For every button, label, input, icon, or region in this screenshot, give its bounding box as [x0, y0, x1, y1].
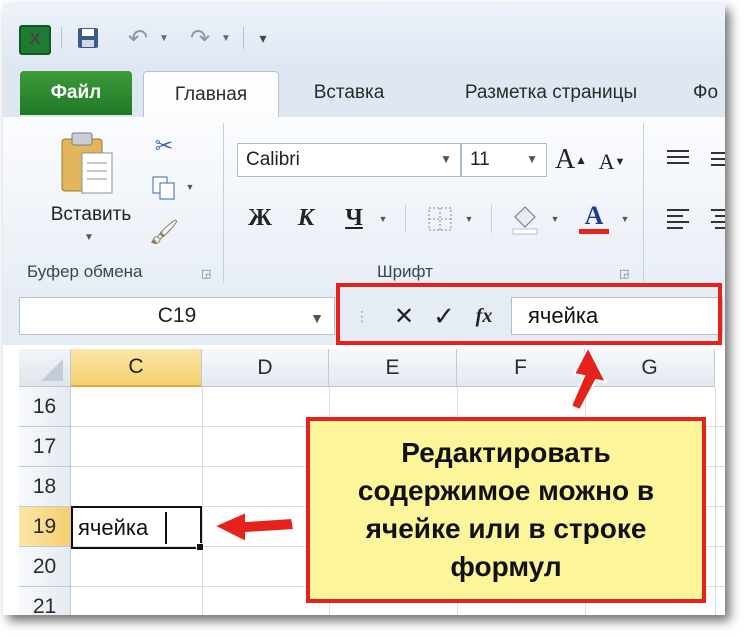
italic-button[interactable]: К — [289, 201, 323, 235]
align-top-icon[interactable] — [663, 145, 693, 171]
tab-page-layout[interactable]: Разметка страницы — [433, 71, 669, 115]
row-header[interactable]: 17 — [19, 427, 71, 467]
column-header[interactable]: G — [585, 349, 715, 387]
cut-icon[interactable]: ✂ — [149, 131, 179, 161]
chevron-down-icon[interactable]: ▼ — [440, 152, 452, 166]
redo-icon[interactable]: ↷ — [183, 25, 217, 52]
ribbon-home: Вставить ▼ ✂ ▼ 🖌 Буфер обмена ◲ Calibri … — [3, 117, 725, 289]
group-divider — [643, 123, 644, 283]
column-header[interactable]: E — [329, 349, 457, 387]
select-all-corner[interactable] — [19, 349, 71, 387]
chevron-down-icon[interactable]: ▼ — [617, 211, 633, 227]
active-cell-value: ячейка — [78, 514, 149, 540]
chevron-down-icon[interactable]: ▼ — [547, 211, 563, 227]
font-color-button[interactable]: A — [577, 197, 611, 237]
align-middle-icon[interactable] — [707, 145, 725, 171]
chevron-down-icon[interactable]: ▼ — [183, 179, 197, 195]
active-cell-c19[interactable]: ячейка — [71, 506, 204, 551]
group-label-clipboard: Буфер обмена — [27, 262, 143, 281]
grow-font-label: A — [554, 144, 576, 175]
grow-font-button[interactable]: A ▲ — [555, 143, 587, 177]
dialog-launcher-icon[interactable]: ◲ — [619, 267, 629, 280]
shrink-font-button[interactable]: A ▼ — [597, 147, 627, 177]
quick-access-toolbar: X ↶ ▼ ↷ ▼ ▾ — [3, 3, 725, 65]
save-icon[interactable] — [75, 25, 101, 51]
paste-button[interactable]: Вставить — [33, 203, 149, 227]
align-left-icon[interactable] — [663, 205, 693, 231]
borders-icon[interactable] — [423, 203, 457, 235]
font-color-swatch — [579, 228, 609, 234]
excel-logo-icon[interactable]: X — [19, 25, 51, 55]
font-name-combo[interactable]: Calibri ▼ — [237, 143, 461, 177]
name-box-value: C19 — [157, 304, 197, 327]
name-box[interactable]: C19 ▼ — [19, 297, 335, 335]
row-header[interactable]: 16 — [19, 387, 71, 427]
text-cursor — [165, 512, 167, 544]
ribbon-tabs: Файл Главная Вставка Разметка страницы Ф… — [3, 65, 725, 118]
fill-color-icon[interactable] — [507, 201, 543, 237]
chevron-down-icon[interactable]: ▼ — [79, 229, 99, 245]
group-divider — [405, 205, 406, 233]
group-divider — [491, 205, 492, 233]
row-header[interactable]: 20 — [19, 547, 71, 587]
column-header[interactable]: D — [202, 349, 329, 387]
row-header[interactable]: 18 — [19, 467, 71, 507]
font-color-label: A — [584, 200, 604, 230]
toolbar-divider — [61, 27, 62, 49]
font-size-value: 11 — [470, 149, 490, 170]
chevron-down-icon[interactable]: ▼ — [217, 25, 235, 51]
gridline — [715, 387, 716, 615]
callout-box: Редактировать содержимое можно в ячейке … — [306, 417, 706, 603]
font-size-combo[interactable]: 11 ▼ — [461, 143, 547, 177]
fill-handle[interactable] — [196, 543, 204, 551]
format-painter-icon[interactable]: 🖌 — [147, 217, 181, 247]
customize-qat-icon[interactable]: ▾ — [253, 25, 273, 51]
font-name-value: Calibri — [246, 149, 300, 170]
gridline — [202, 387, 203, 615]
chevron-down-icon[interactable]: ▼ — [461, 211, 477, 227]
row-header[interactable]: 21 — [19, 587, 71, 615]
tab-file[interactable]: Файл — [20, 71, 132, 115]
align-center-icon[interactable] — [707, 205, 725, 231]
tab-home[interactable]: Главная — [143, 71, 279, 118]
column-header[interactable]: F — [457, 349, 585, 387]
tab-insert[interactable]: Вставка — [289, 71, 409, 115]
group-divider — [223, 123, 224, 283]
undo-icon[interactable]: ↶ — [121, 25, 155, 52]
toolbar-divider — [243, 27, 244, 49]
row-header[interactable]: 19 — [19, 507, 71, 547]
chevron-down-icon[interactable]: ▼ — [155, 25, 173, 51]
chevron-down-icon[interactable]: ▼ — [310, 310, 324, 326]
bold-button[interactable]: Ж — [243, 201, 277, 235]
tab-formulas[interactable]: Фо — [693, 71, 725, 115]
chevron-down-icon[interactable]: ▼ — [375, 211, 391, 227]
column-header[interactable]: C — [71, 349, 202, 387]
paste-icon[interactable] — [55, 127, 121, 199]
formula-bar-highlight — [336, 283, 722, 345]
shrink-font-label: A — [598, 149, 615, 174]
chevron-down-icon[interactable]: ▼ — [526, 152, 538, 166]
callout-text: Редактировать содержимое можно в ячейке … — [357, 437, 655, 582]
group-label-font: Шрифт — [377, 262, 433, 281]
dialog-launcher-icon[interactable]: ◲ — [201, 267, 211, 280]
underline-button[interactable]: Ч — [337, 201, 371, 235]
copy-icon[interactable] — [147, 173, 181, 203]
